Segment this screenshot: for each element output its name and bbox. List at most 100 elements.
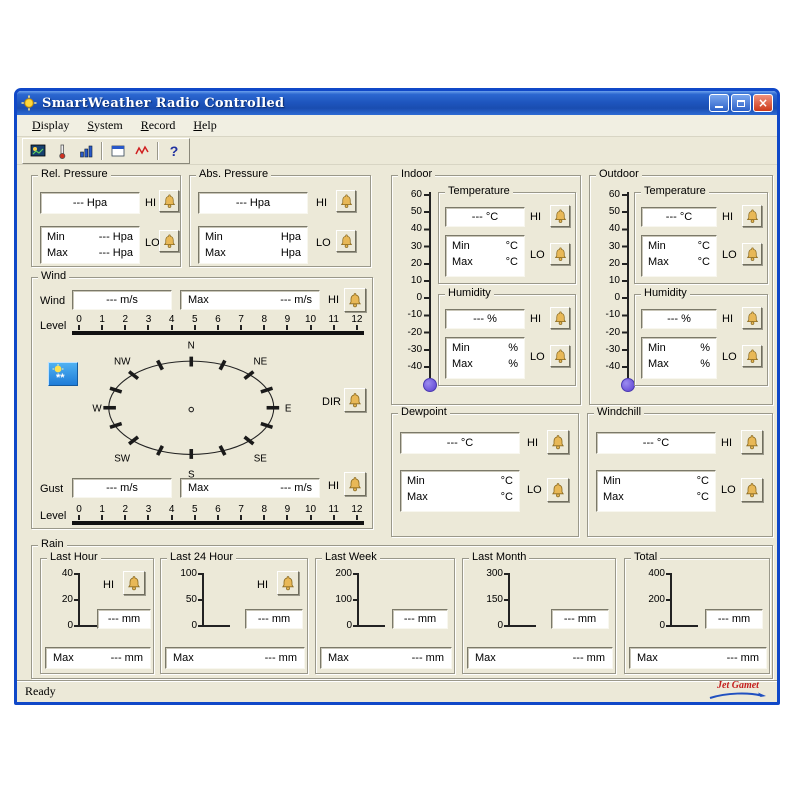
thermometer-bulb	[423, 378, 437, 392]
minimize-button[interactable]	[709, 94, 729, 112]
tick-label: 11	[327, 314, 341, 325]
humidity-title: Humidity	[445, 287, 494, 300]
rel-pressure-hi-alarm-button[interactable]	[159, 190, 179, 212]
record-window-tool-button[interactable]	[106, 140, 130, 162]
wind-dir-alarm-button[interactable]	[344, 388, 366, 412]
min-label: Min	[47, 229, 65, 245]
menu-display[interactable]: Display	[23, 116, 78, 135]
rain-panel-title: Total	[631, 551, 660, 564]
curve-tool-button[interactable]	[130, 140, 154, 162]
windchill-hi-alarm-button[interactable]	[741, 430, 763, 454]
tick-label: 10	[609, 276, 620, 286]
abs-pressure-group: Abs. Pressure --- Hpa HI MinHpa MaxHpa L…	[189, 175, 371, 267]
windchill-group: Windchill --- °C HI Min°C Max°C LO	[587, 413, 773, 537]
menu-system[interactable]: System	[78, 116, 131, 135]
compass-ne-label: NE	[253, 357, 267, 368]
tick-label: 1	[95, 504, 109, 515]
lo-label: LO	[316, 237, 331, 249]
titlebar[interactable]: SmartWeather Radio Controlled ×	[17, 91, 777, 115]
tick-label: 60	[411, 190, 422, 200]
rain-24h-hi-alarm-button[interactable]	[277, 571, 299, 595]
rain-24h-axis: 100 50 0	[165, 569, 217, 633]
wind-label: Wind	[40, 295, 65, 307]
thermometer-bulb	[621, 378, 635, 392]
wind-level-bar	[72, 331, 364, 335]
display-tool-button[interactable]	[26, 140, 50, 162]
wind-compass: N NE E SE S SW W NW	[76, 336, 311, 484]
hi-label: HI	[722, 211, 733, 223]
hi-label: HI	[316, 197, 327, 209]
dewpoint-lo-alarm-button[interactable]	[547, 478, 569, 502]
rel-pressure-lo-alarm-button[interactable]	[159, 230, 179, 252]
menu-help[interactable]: Help	[184, 116, 225, 135]
outdoor-temp-minmax-field: Min°C Max°C	[641, 235, 717, 277]
dewpoint-hi-alarm-button[interactable]	[547, 430, 569, 454]
rain-total-value-field: --- mm	[705, 609, 763, 629]
rain-month-max-field: Max--- mm	[467, 647, 613, 669]
outdoor-temp-lo-alarm-button[interactable]	[742, 243, 762, 265]
rel-pressure-title: Rel. Pressure	[38, 168, 111, 181]
wind-value-field: --- m/s	[72, 290, 172, 310]
outdoor-humidity-hi-alarm-button[interactable]	[742, 307, 762, 329]
close-button[interactable]: ×	[753, 94, 773, 112]
outdoor-humidity-group: Humidity --- % HI Min% Max% LO	[634, 294, 768, 386]
tick-label: -20	[606, 328, 620, 338]
minimize-icon	[715, 106, 723, 108]
max-value: --- mm	[265, 652, 297, 664]
abs-pressure-title: Abs. Pressure	[196, 168, 271, 181]
bell-icon	[745, 246, 760, 262]
windchill-lo-alarm-button[interactable]	[741, 478, 763, 502]
outdoor-humidity-value-field: --- %	[641, 309, 717, 329]
abs-pressure-hi-alarm-button[interactable]	[336, 190, 356, 212]
rain-hour-hi-alarm-button[interactable]	[123, 571, 145, 595]
tick-label: 9	[280, 314, 294, 325]
gust-hi-alarm-button[interactable]	[344, 472, 366, 496]
indoor-humidity-minmax-field: Min% Max%	[445, 337, 525, 379]
min-value: °C	[698, 238, 710, 254]
brand-logo-text: Jet Gamet	[717, 680, 759, 691]
min-value: %	[700, 340, 710, 356]
svg-text:**: **	[56, 372, 65, 384]
max-label: Max	[53, 652, 74, 664]
abs-pressure-value-field: --- Hpa	[198, 192, 308, 214]
wind-group: Wind Wind --- m/s Max--- m/s HI Level 01…	[31, 277, 373, 529]
tick-label: 40	[609, 224, 620, 234]
outdoor-humidity-lo-alarm-button[interactable]	[742, 345, 762, 367]
min-label: Min	[452, 340, 470, 356]
menu-record[interactable]: Record	[132, 116, 185, 135]
gust-level-ruler: 0123456789101112	[72, 504, 364, 525]
outdoor-temp-hi-alarm-button[interactable]	[742, 205, 762, 227]
max-value: Hpa	[281, 245, 301, 261]
min-label: Min	[205, 229, 223, 245]
rain-month-axis: 300 150 0	[467, 569, 523, 633]
indoor-temp-lo-alarm-button[interactable]	[550, 243, 570, 265]
tick-label: 20	[609, 259, 620, 269]
indoor-temp-hi-alarm-button[interactable]	[550, 205, 570, 227]
thermometer-tool-button[interactable]	[50, 140, 74, 162]
weather-forecast-button[interactable]: **	[48, 362, 78, 386]
abs-pressure-lo-alarm-button[interactable]	[336, 230, 356, 252]
outdoor-title: Outdoor	[596, 168, 642, 181]
indoor-humidity-hi-alarm-button[interactable]	[550, 307, 570, 329]
display-icon	[30, 143, 46, 159]
rain-panel-title: Last Week	[322, 551, 380, 564]
gust-max-field: Max--- m/s	[180, 478, 320, 498]
rain-total-group: Total 400 200 0 --- mm Max--- mm	[624, 558, 770, 674]
hi-label: HI	[530, 211, 541, 223]
tick-label: -30	[408, 345, 422, 355]
rain-last-month-group: Last Month 300 150 0 --- mm Max--- mm	[462, 558, 616, 674]
temperature-title: Temperature	[641, 185, 709, 198]
wind-level-label: Level	[40, 320, 66, 332]
min-label: Min	[648, 238, 666, 254]
rain-panel-title: Last Month	[469, 551, 529, 564]
maximize-button[interactable]	[731, 94, 751, 112]
indoor-humidity-lo-alarm-button[interactable]	[550, 345, 570, 367]
wind-hi-alarm-button[interactable]	[344, 288, 366, 312]
max-label: Max	[452, 356, 473, 372]
max-label: Max	[648, 356, 669, 372]
max-value: --- m/s	[280, 482, 312, 494]
min-label: Min	[452, 238, 470, 254]
chart-tool-button[interactable]	[74, 140, 98, 162]
bell-icon	[347, 392, 363, 408]
help-tool-button[interactable]: ?	[162, 140, 186, 162]
